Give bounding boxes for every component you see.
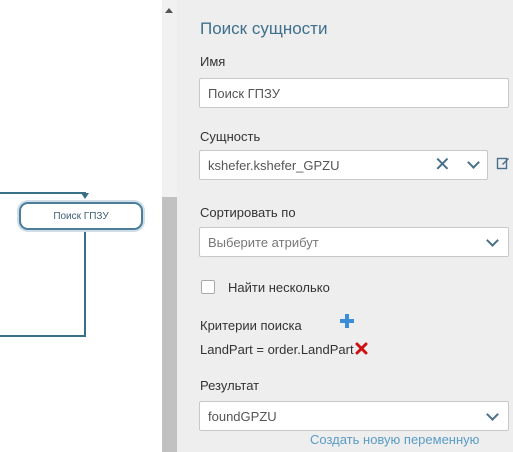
entity-select-value: kshefer.kshefer_GPZU <box>208 157 340 173</box>
remove-icon[interactable] <box>355 342 368 360</box>
flow-canvas[interactable]: Поиск ГПЗУ <box>0 0 162 452</box>
scroll-up-arrow-icon[interactable] <box>165 8 173 13</box>
result-select[interactable]: foundGPZU <box>199 401 509 431</box>
sort-select[interactable]: Выберите атрибут <box>199 227 509 257</box>
scrollbar-thumb[interactable] <box>162 197 177 452</box>
connector-line <box>84 232 86 336</box>
close-icon[interactable]: ✕ <box>434 155 451 175</box>
name-label: Имя <box>200 54 226 69</box>
name-field[interactable]: Поиск ГПЗУ <box>199 78 509 108</box>
sort-select-placeholder: Выберите атрибут <box>208 234 319 250</box>
name-field-value: Поиск ГПЗУ <box>208 85 280 101</box>
find-multiple-checkbox[interactable] <box>201 280 215 294</box>
panel-title: Поиск сущности <box>200 19 328 38</box>
flow-node-label: Поиск ГПЗУ <box>53 210 109 222</box>
connector-arrow <box>81 193 89 199</box>
criteria-item: LandPart = order.LandPart <box>200 342 354 357</box>
criteria-label: Критерии поиска <box>200 318 302 333</box>
edit-icon[interactable] <box>496 156 510 175</box>
create-variable-link[interactable]: Создать новую переменную <box>310 432 479 447</box>
entity-label: Сущность <box>200 129 261 144</box>
plus-icon[interactable] <box>340 314 354 333</box>
connector-line <box>0 192 85 194</box>
flow-node-search[interactable]: Поиск ГПЗУ <box>19 202 143 230</box>
find-multiple-label[interactable]: Найти несколько <box>228 280 330 295</box>
result-select-value: foundGPZU <box>208 408 277 424</box>
result-label: Результат <box>200 378 260 393</box>
connector-line <box>0 335 86 337</box>
sort-label: Сортировать по <box>200 205 296 220</box>
